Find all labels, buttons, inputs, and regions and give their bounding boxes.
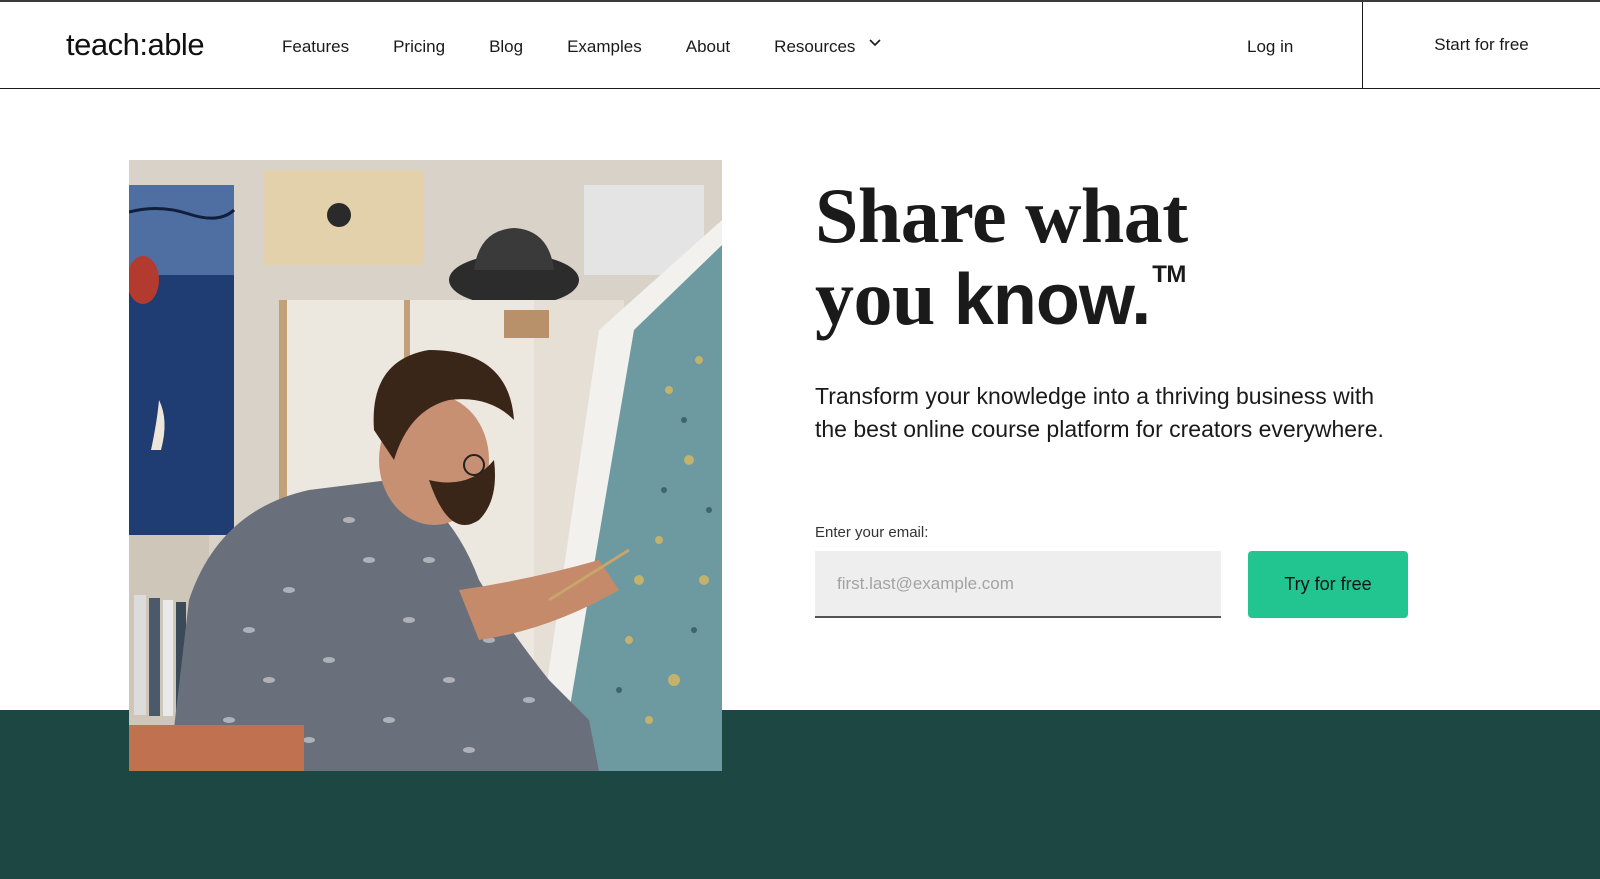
nav-about[interactable]: About (686, 35, 730, 59)
nav-resources[interactable]: Resources (774, 35, 882, 59)
email-label: Enter your email: (815, 524, 929, 541)
hero-image-painter (129, 160, 722, 771)
start-for-free-button[interactable]: Start for free (1363, 2, 1600, 88)
chevron-down-icon (869, 39, 882, 49)
email-input[interactable] (815, 551, 1221, 618)
main-nav: Features Pricing Blog Examples About Res… (282, 35, 923, 59)
nav-resources-label: Resources (774, 37, 856, 56)
teachable-logo[interactable]: teach:able (66, 26, 205, 64)
site-header: teach:able Features Pricing Blog Example… (0, 2, 1600, 89)
nav-examples[interactable]: Examples (567, 35, 642, 59)
try-for-free-button[interactable]: Try for free (1248, 551, 1408, 618)
nav-blog[interactable]: Blog (489, 35, 523, 59)
headline-line-2-serif: you (815, 254, 954, 341)
nav-features[interactable]: Features (282, 35, 349, 59)
trademark-mark: TM (1152, 261, 1186, 288)
hero-subtitle: Transform your knowledge into a thriving… (815, 383, 1384, 442)
headline-line-1: Share what (815, 172, 1188, 259)
nav-pricing[interactable]: Pricing (393, 35, 445, 59)
headline-line-2-sans: know. (953, 260, 1151, 340)
hero-headline: Share what you know.TM (815, 175, 1375, 358)
login-link[interactable]: Log in (1247, 35, 1293, 59)
